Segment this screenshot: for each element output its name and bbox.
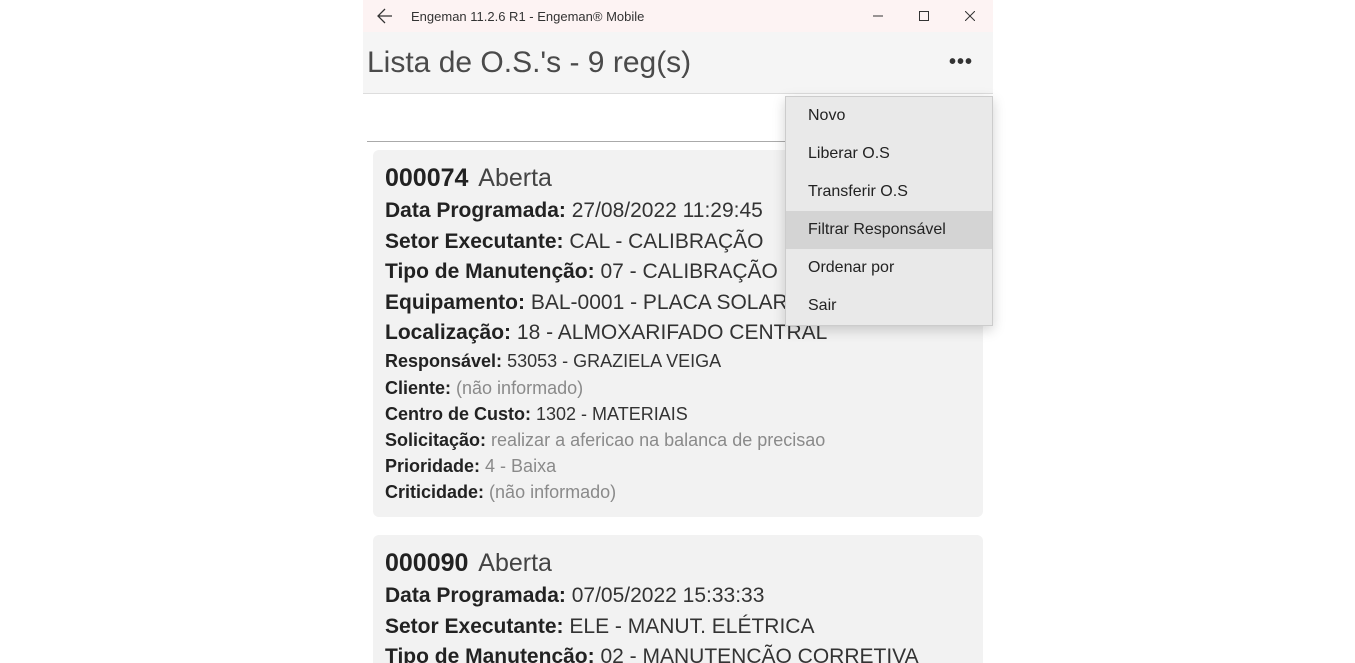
menu-item[interactable]: Filtrar Responsável <box>786 211 992 249</box>
maximize-icon <box>919 11 929 21</box>
maximize-button[interactable] <box>901 0 947 32</box>
os-card[interactable]: 000090 Aberta Data Programada: 07/05/202… <box>373 535 983 663</box>
more-menu-button[interactable]: ••• <box>943 45 979 80</box>
os-status: Aberta <box>478 549 552 577</box>
app-window: Engeman 11.2.6 R1 - Engeman® Mobile List… <box>363 0 993 663</box>
field-prioridade: Prioridade: 4 - Baixa <box>385 453 971 479</box>
field-solicitacao: Solicitação: realizar a afericao na bala… <box>385 427 971 453</box>
os-status: Aberta <box>478 164 552 192</box>
window-controls <box>855 0 993 32</box>
page-title: Lista de O.S.'s - 9 reg(s) <box>367 46 691 80</box>
field-data-programada: Data Programada: 07/05/2022 15:33:33 <box>385 581 971 611</box>
field-responsavel: Responsável: 53053 - GRAZIELA VEIGA <box>385 348 971 374</box>
titlebar: Engeman 11.2.6 R1 - Engeman® Mobile <box>363 0 993 32</box>
window-title: Engeman 11.2.6 R1 - Engeman® Mobile <box>411 9 644 24</box>
menu-item[interactable]: Liberar O.S <box>786 135 992 173</box>
menu-item[interactable]: Ordenar por <box>786 249 992 287</box>
close-button[interactable] <box>947 0 993 32</box>
field-criticidade: Criticidade: (não informado) <box>385 479 971 505</box>
context-menu: NovoLiberar O.STransferir O.SFiltrar Res… <box>785 96 993 326</box>
field-setor-executante: Setor Executante: ELE - MANUT. ELÉTRICA <box>385 612 971 642</box>
os-number: 000074 <box>385 164 468 192</box>
field-cliente: Cliente: (não informado) <box>385 375 971 401</box>
field-centro-custo: Centro de Custo: 1302 - MATERIAIS <box>385 401 971 427</box>
more-icon: ••• <box>949 51 973 73</box>
menu-item[interactable]: Sair <box>786 287 992 325</box>
page-header: Lista de O.S.'s - 9 reg(s) ••• <box>363 32 993 94</box>
os-number: 000090 <box>385 549 468 577</box>
menu-item[interactable]: Transferir O.S <box>786 173 992 211</box>
back-button[interactable] <box>363 0 407 32</box>
back-arrow-icon <box>377 8 393 24</box>
menu-item[interactable]: Novo <box>786 97 992 135</box>
os-header: 000090 Aberta <box>385 545 971 581</box>
close-icon <box>965 11 975 21</box>
field-tipo-manutencao: Tipo de Manutenção: 02 - MANUTENÇÃO CORR… <box>385 642 971 663</box>
minimize-icon <box>873 11 883 21</box>
minimize-button[interactable] <box>855 0 901 32</box>
